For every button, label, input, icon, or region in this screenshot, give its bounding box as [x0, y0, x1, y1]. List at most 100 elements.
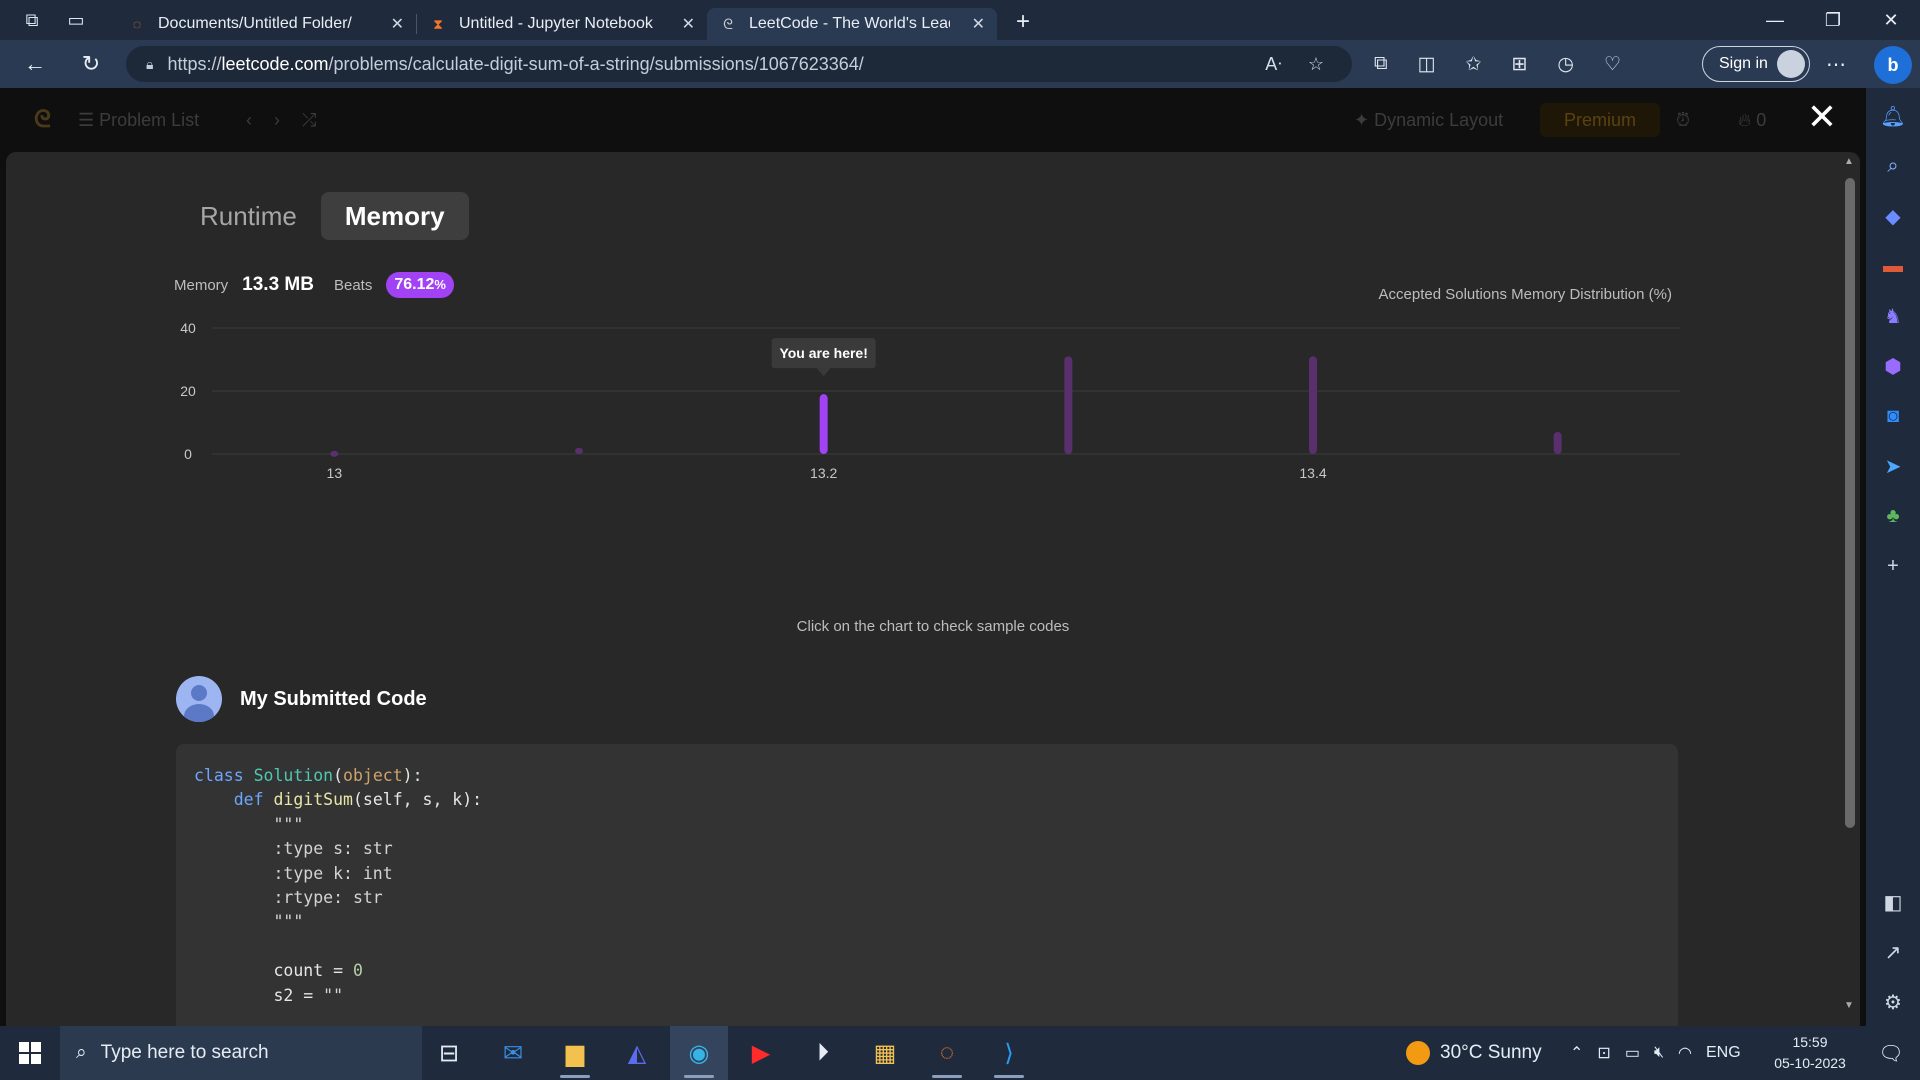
- youtube-icon[interactable]: ▶: [732, 1026, 790, 1080]
- sidebar-toggle-icon[interactable]: ◧: [1866, 882, 1920, 922]
- editor-app-icon[interactable]: ◭: [608, 1026, 666, 1080]
- streak-counter[interactable]: 🔥︎ 0: [1738, 110, 1766, 131]
- browser-tab-bar: ⧉ ▭ ◌ Documents/Untitled Folder/ ✕ ⧗ Unt…: [0, 0, 1920, 40]
- refresh-icon[interactable]: ↻: [66, 40, 116, 88]
- file-explorer-icon[interactable]: ▆: [546, 1026, 604, 1080]
- wifi-icon[interactable]: ◠: [1678, 1043, 1692, 1063]
- url-actions: Aᐧ ☆: [1265, 54, 1324, 75]
- settings-icon[interactable]: ⚙: [1866, 982, 1920, 1022]
- workspaces-icon[interactable]: ⧉: [12, 0, 52, 40]
- more-menu-icon[interactable]: ⋯: [1826, 40, 1846, 88]
- close-tab-icon[interactable]: ✕: [682, 14, 695, 34]
- games-icon[interactable]: ♞: [1866, 296, 1920, 336]
- bing-copilot-icon[interactable]: b: [1874, 46, 1912, 84]
- collections-icon[interactable]: ⊞: [1511, 53, 1527, 76]
- media-player-icon[interactable]: ⏵: [794, 1026, 852, 1080]
- favorites-icon[interactable]: ✩: [1466, 53, 1482, 76]
- performance-icon[interactable]: ♡: [1604, 53, 1621, 76]
- tab-title: Untitled - Jupyter Notebook: [459, 15, 653, 32]
- tab-leetcode[interactable]: ᘓ LeetCode - The World's Leading ✕: [707, 8, 997, 40]
- code-block[interactable]: class Solution(object): def digitSum(sel…: [176, 744, 1678, 1026]
- memory-distribution-chart[interactable]: 0 20 40 13 13.2 13.4 You are here!: [170, 312, 1690, 502]
- leetcode-logo-icon[interactable]: ᘓ: [34, 106, 51, 134]
- network-device-icon[interactable]: ⊡: [1597, 1043, 1610, 1063]
- x-tick-label: 13.4: [1299, 465, 1326, 481]
- problem-list-link[interactable]: ☰ Problem List: [78, 110, 199, 131]
- external-link-icon[interactable]: ↗: [1866, 932, 1920, 972]
- weather-widget[interactable]: 30°C Sunny: [1406, 1026, 1542, 1080]
- restore-icon[interactable]: ❐: [1804, 0, 1862, 40]
- code-token: ):: [402, 766, 423, 785]
- jupyter-app-icon[interactable]: ◌: [918, 1026, 976, 1080]
- chart-bar[interactable]: [1064, 356, 1073, 454]
- edge-browser-icon[interactable]: ◉: [670, 1026, 728, 1080]
- tools-icon[interactable]: ▬: [1866, 246, 1920, 286]
- memory-stats: Memory 13.3 MB Beats 76.12%: [174, 272, 454, 298]
- problem-nav-arrows[interactable]: ‹›⤮: [246, 110, 338, 131]
- favorite-star-icon[interactable]: ☆: [1308, 54, 1324, 75]
- running-indicator: [684, 1075, 714, 1078]
- chart-bar[interactable]: [575, 447, 583, 454]
- windows-start-icon[interactable]: [0, 1026, 60, 1080]
- clock[interactable]: 15:59 05-10-2023: [1760, 1032, 1860, 1074]
- store-icon[interactable]: ▦: [856, 1026, 914, 1080]
- tab-runtime[interactable]: Runtime: [176, 192, 321, 240]
- dynamic-layout-button[interactable]: ✦ Dynamic Layout: [1354, 110, 1503, 131]
- task-view-icon[interactable]: ⊟: [420, 1026, 478, 1080]
- tab-jupyter-notebook[interactable]: ⧗ Untitled - Jupyter Notebook ✕: [417, 8, 707, 40]
- add-icon[interactable]: +: [1866, 546, 1920, 586]
- taskbar-search[interactable]: ⌕ Type here to search: [60, 1026, 422, 1080]
- user-avatar: [176, 676, 222, 722]
- windows-taskbar: ⌕ Type here to search ⊟ ✉ ▆ ◭ ◉ ▶ ⏵ ▦ ◌ …: [0, 1026, 1920, 1080]
- close-window-icon[interactable]: ✕: [1862, 0, 1920, 40]
- split-screen-icon[interactable]: ◫: [1418, 53, 1436, 76]
- tray-chevron-icon[interactable]: ⌃: [1570, 1043, 1583, 1063]
- code-token: :type s: str: [194, 839, 393, 859]
- vscode-icon[interactable]: ⟩: [980, 1026, 1038, 1080]
- tab-memory[interactable]: Memory: [320, 192, 469, 240]
- scroll-up-icon[interactable]: ▲: [1844, 156, 1854, 167]
- tab-jupyter-folder[interactable]: ◌ Documents/Untitled Folder/ ✕: [116, 8, 416, 40]
- shopping-tag-icon[interactable]: ◆: [1866, 196, 1920, 236]
- tab-actions-icon[interactable]: ▭: [56, 0, 96, 40]
- volume-muted-icon[interactable]: 🔇︎: [1654, 1044, 1664, 1062]
- back-icon[interactable]: ←: [10, 40, 60, 88]
- notification-bell-icon[interactable]: 🔔︎: [1866, 96, 1920, 136]
- timer-icon[interactable]: ⏰︎: [1676, 110, 1690, 131]
- chart-bar[interactable]: [819, 394, 828, 454]
- code-line: :rtype: str: [194, 888, 1660, 912]
- mail-icon[interactable]: ✉: [484, 1026, 542, 1080]
- microsoft-365-icon[interactable]: ⬢: [1866, 346, 1920, 386]
- close-tab-icon[interactable]: ✕: [972, 14, 985, 34]
- notifications-icon[interactable]: 🗨︎: [1862, 1026, 1920, 1080]
- minimize-icon[interactable]: —: [1746, 0, 1804, 40]
- chart-bar[interactable]: [1553, 431, 1562, 454]
- outlook-icon[interactable]: ◙: [1866, 396, 1920, 436]
- chart-bar[interactable]: [1309, 356, 1317, 454]
- language-indicator[interactable]: ENG: [1706, 1044, 1741, 1062]
- sign-in-button[interactable]: Sign in: [1702, 46, 1810, 82]
- code-token: digitSum: [273, 790, 353, 810]
- running-indicator: [560, 1075, 590, 1078]
- you-are-here-tooltip: You are here!: [771, 338, 876, 377]
- tree-icon[interactable]: ♣: [1866, 496, 1920, 536]
- premium-button[interactable]: Premium: [1540, 103, 1660, 137]
- code-token: """: [194, 814, 304, 834]
- chart-bar[interactable]: [330, 450, 339, 457]
- history-icon[interactable]: ◷: [1557, 53, 1574, 76]
- code-token: :rtype: str: [194, 887, 383, 907]
- url-bar[interactable]: 🔒︎ https://leetcode.com/problems/calcula…: [126, 46, 1352, 82]
- search-icon[interactable]: ⌕: [1866, 146, 1920, 186]
- close-tab-icon[interactable]: ✕: [391, 14, 404, 34]
- code-token: Solution: [253, 766, 334, 785]
- scrollbar-thumb[interactable]: [1845, 178, 1855, 828]
- scroll-down-icon[interactable]: ▼: [1844, 1000, 1854, 1011]
- battery-icon[interactable]: ▭: [1625, 1043, 1640, 1063]
- close-icon[interactable]: ✕: [1804, 99, 1840, 138]
- extensions-icon[interactable]: ⧉: [1374, 53, 1388, 75]
- new-tab-button[interactable]: +: [1005, 6, 1041, 38]
- page-scrollbar[interactable]: ▲ ▼: [1842, 84, 1858, 1026]
- read-aloud-icon[interactable]: Aᐧ: [1265, 54, 1282, 75]
- send-icon[interactable]: ➤: [1866, 446, 1920, 486]
